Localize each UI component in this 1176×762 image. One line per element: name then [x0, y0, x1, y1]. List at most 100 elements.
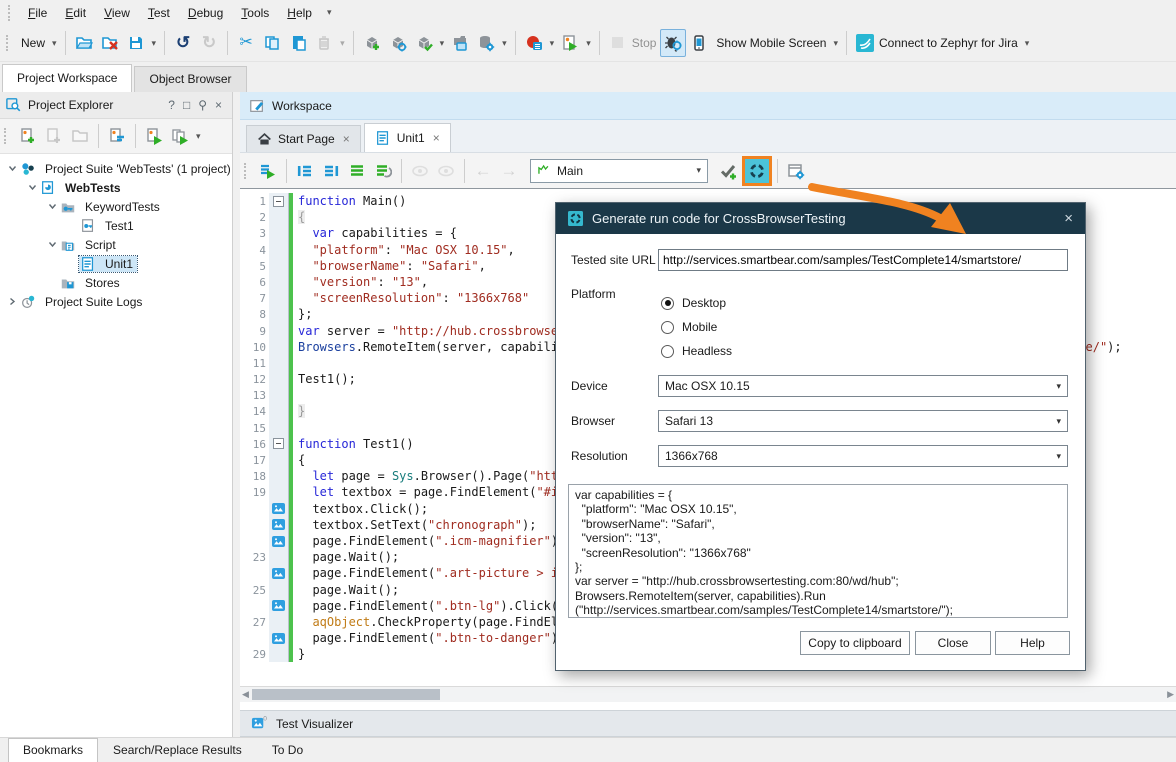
checkpoint-button[interactable] — [411, 29, 437, 57]
radio-unchecked-icon[interactable] — [661, 321, 674, 334]
menu-overflow-icon[interactable]: ▾ — [321, 7, 338, 18]
add-check-button[interactable] — [716, 157, 742, 185]
help-button[interactable]: Help — [995, 631, 1070, 655]
undo-button[interactable]: ↺ — [170, 29, 196, 57]
pin-icon[interactable]: ⚲ — [194, 98, 211, 112]
close-icon[interactable]: × — [211, 98, 226, 112]
close-icon[interactable]: × — [343, 132, 350, 146]
run-dropdown-icon[interactable]: ▾ — [583, 38, 594, 49]
menu-test[interactable]: Test — [139, 3, 179, 23]
bottom-tab-to-do[interactable]: To Do — [257, 738, 318, 762]
scroll-left-icon[interactable]: ◀ — [242, 689, 249, 700]
menu-view[interactable]: View — [95, 3, 139, 23]
visualizer-frame-icon[interactable] — [269, 517, 288, 533]
radio-checked-icon[interactable] — [661, 297, 674, 310]
horizontal-scrollbar[interactable]: ◀ ▶ — [240, 686, 1176, 702]
maximize-icon[interactable]: □ — [179, 98, 194, 112]
copy-to-clipboard-button[interactable]: Copy to clipboard — [800, 631, 910, 655]
tree-expander-icon[interactable] — [46, 240, 59, 249]
checkpoint-dropdown-icon[interactable]: ▾ — [437, 38, 448, 49]
map-object-button[interactable] — [385, 29, 411, 57]
run-project-button[interactable] — [141, 122, 167, 150]
editor-options-button[interactable] — [783, 157, 809, 185]
editor-tab-unit1[interactable]: Unit1× — [364, 123, 451, 152]
tree-expander-icon[interactable] — [6, 297, 19, 306]
tree-item-webtests[interactable]: WebTests — [0, 178, 232, 197]
visualizer-frame-icon[interactable] — [269, 565, 288, 581]
close-button[interactable]: Close — [915, 631, 991, 655]
fold-collapse-icon[interactable] — [269, 436, 288, 452]
generated-code-preview[interactable]: var capabilities = { "platform": "Mac OS… — [568, 484, 1068, 618]
fold-collapse-icon[interactable] — [269, 193, 288, 209]
tree-item-project-suite-webtests-1-project[interactable]: Project Suite 'WebTests' (1 project) — [0, 159, 232, 178]
bottom-tab-bookmarks[interactable]: Bookmarks — [8, 738, 98, 762]
new-button[interactable]: New — [17, 29, 49, 57]
add-object-button[interactable] — [359, 29, 385, 57]
add-new-item-button[interactable] — [15, 122, 41, 150]
menu-help[interactable]: Help — [278, 3, 321, 23]
platform-radio-headless[interactable]: Headless — [661, 344, 732, 358]
tested-site-url-input[interactable] — [658, 249, 1068, 271]
bottom-tab-search-replace-results[interactable]: Search/Replace Results — [98, 738, 257, 762]
platform-radio-desktop[interactable]: Desktop — [661, 296, 726, 310]
visualizer-frame-icon[interactable] — [269, 501, 288, 517]
close-icon[interactable]: × — [1064, 210, 1073, 227]
dialog-title-bar[interactable]: Generate run code for CrossBrowserTestin… — [556, 203, 1085, 234]
run-revert-button[interactable] — [370, 157, 396, 185]
open-button[interactable] — [71, 29, 97, 57]
chevron-down-icon[interactable]: ▾ — [1056, 416, 1061, 427]
tab-project-workspace[interactable]: Project Workspace — [2, 64, 132, 92]
run-button[interactable] — [557, 29, 583, 57]
editor-tab-start-page[interactable]: Start Page× — [246, 125, 361, 152]
scrollbar-thumb[interactable] — [252, 689, 440, 700]
run-suite-button[interactable] — [167, 122, 193, 150]
stores-button[interactable] — [473, 29, 499, 57]
menu-file[interactable]: File — [19, 3, 56, 23]
tree-item-unit1[interactable]: Unit1 — [0, 254, 232, 273]
chevron-down-icon[interactable]: ▾ — [1056, 451, 1061, 462]
copy-button[interactable] — [259, 29, 285, 57]
close-icon[interactable]: × — [433, 131, 440, 145]
tree-expander-icon[interactable] — [6, 164, 19, 173]
visualizer-frame-icon[interactable] — [269, 533, 288, 549]
tree-item-project-suite-logs[interactable]: Project Suite Logs — [0, 292, 232, 311]
tree-item-stores[interactable]: Stores — [0, 273, 232, 292]
chevron-down-icon[interactable]: ▾ — [696, 165, 701, 176]
menu-debug[interactable]: Debug — [179, 3, 232, 23]
menu-tools[interactable]: Tools — [232, 3, 278, 23]
scroll-right-icon[interactable]: ▶ — [1167, 689, 1174, 700]
stores-dropdown-icon[interactable]: ▾ — [499, 38, 510, 49]
cbt-generate-button[interactable] — [742, 156, 772, 186]
browser-select[interactable]: Safari 13 ▾ — [658, 410, 1068, 432]
tree-item-test1[interactable]: Test1 — [0, 216, 232, 235]
radio-unchecked-icon[interactable] — [661, 345, 674, 358]
device-select[interactable]: Mac OSX 10.15 ▾ — [658, 375, 1068, 397]
save-dropdown-icon[interactable]: ▾ — [149, 38, 160, 49]
cut-button[interactable]: ✂ — [233, 29, 259, 57]
visualizer-frame-icon[interactable] — [269, 630, 288, 646]
zephyr-connect-dropdown-icon[interactable]: ▾ — [1022, 38, 1033, 49]
panel-splitter[interactable] — [233, 92, 240, 737]
platform-radio-mobile[interactable]: Mobile — [661, 320, 717, 334]
tree-item-script[interactable]: Script — [0, 235, 232, 254]
record-dropdown-icon[interactable]: ▾ — [547, 38, 558, 49]
menu-edit[interactable]: Edit — [56, 3, 95, 23]
run-suite-dropdown-icon[interactable]: ▾ — [193, 131, 204, 142]
run-all-lines-button[interactable] — [344, 157, 370, 185]
tab-object-browser[interactable]: Object Browser — [134, 66, 246, 92]
organize-tests-button[interactable] — [104, 122, 130, 150]
chevron-down-icon[interactable]: ▾ — [1056, 381, 1061, 392]
run-block-left-button[interactable] — [292, 157, 318, 185]
mobile-screen-button[interactable] — [686, 29, 712, 57]
routine-combo[interactable]: Main▾ — [530, 159, 708, 183]
run-block-right-button[interactable] — [318, 157, 344, 185]
test-visualizer-bar[interactable]: 0 Test Visualizer — [240, 710, 1176, 737]
resolution-select[interactable]: 1366x768 ▾ — [658, 445, 1068, 467]
run-routine-button[interactable] — [255, 157, 281, 185]
help-icon[interactable]: ? — [164, 98, 179, 112]
show-mobile-screen-button[interactable]: Show Mobile Screen — [712, 29, 830, 57]
record-button[interactable] — [521, 29, 547, 57]
tree-expander-icon[interactable] — [26, 183, 39, 192]
close-file-button[interactable] — [97, 29, 123, 57]
tree-item-keywordtests[interactable]: KeywordTests — [0, 197, 232, 216]
